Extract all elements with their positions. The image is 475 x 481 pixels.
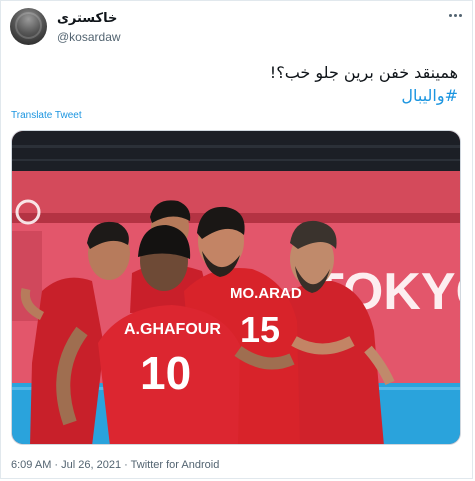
stands-rail bbox=[12, 159, 460, 161]
more-dot bbox=[454, 14, 457, 17]
meta-separator: · bbox=[124, 459, 128, 471]
photo-scene: TOKYO 2020 bbox=[12, 131, 460, 444]
upper-banner bbox=[12, 171, 460, 213]
jersey-name: A.GHAFOUR bbox=[124, 321, 221, 338]
more-dot bbox=[449, 14, 452, 17]
jersey-number: 10 bbox=[140, 347, 191, 399]
author-handle[interactable]: @kosardaw bbox=[57, 30, 121, 44]
jersey-number: 15 bbox=[240, 309, 280, 350]
tweet-text: همینقد خفن برین جلو خب؟! #والیبال bbox=[18, 61, 458, 107]
tweet-meta: 6:09 AM · Jul 26, 2021 · Twitter for And… bbox=[11, 459, 219, 471]
more-options-icon[interactable] bbox=[448, 13, 464, 19]
more-dot bbox=[459, 14, 462, 17]
tweet-text-line: همینقد خفن برین جلو خب؟! bbox=[269, 63, 458, 82]
jersey-name: MO.ARAD bbox=[230, 285, 302, 302]
avatar[interactable] bbox=[10, 8, 47, 45]
tweet-photo[interactable]: TOKYO 2020 bbox=[11, 130, 461, 445]
author-display-name[interactable]: خاکستری bbox=[57, 11, 117, 26]
tweet-card: خاکستری @kosardaw همینقد خفن برین جلو خب… bbox=[0, 0, 473, 479]
translate-tweet-link[interactable]: Translate Tweet bbox=[11, 110, 82, 121]
avatar-ring bbox=[15, 12, 42, 39]
hashtag-link[interactable]: #والیبال bbox=[18, 84, 458, 107]
tweet-source[interactable]: Twitter for Android bbox=[131, 459, 220, 471]
stands-rail bbox=[12, 145, 460, 148]
stands bbox=[12, 131, 460, 171]
tweet-timestamp[interactable]: 6:09 AM · Jul 26, 2021 bbox=[11, 459, 121, 471]
